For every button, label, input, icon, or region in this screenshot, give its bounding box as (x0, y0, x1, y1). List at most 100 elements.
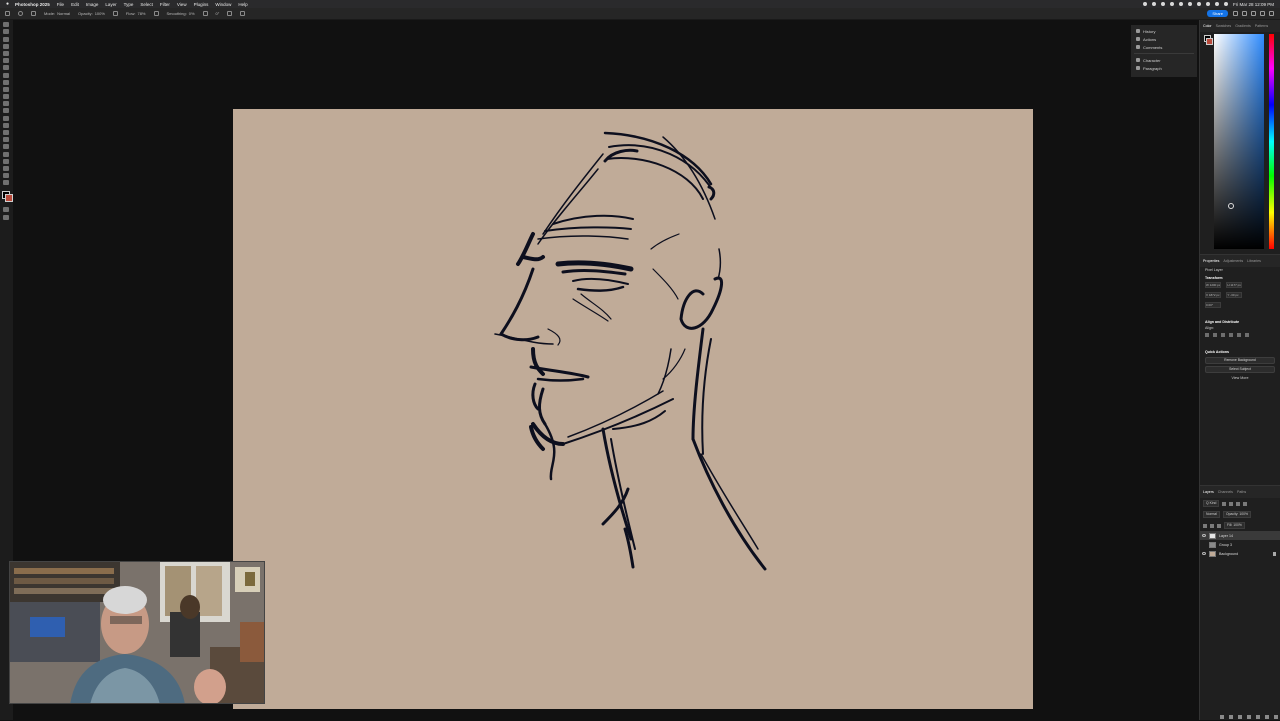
airbrush-icon[interactable] (153, 11, 159, 16)
filter-shape-icon[interactable] (1243, 501, 1248, 506)
move-tool-icon[interactable] (3, 22, 9, 28)
angle-field[interactable]: 0° (216, 11, 220, 16)
actions-panel-button[interactable]: Actions (1131, 35, 1197, 43)
pressure-opacity-icon[interactable] (112, 11, 118, 16)
tab-swatches[interactable]: Swatches (1216, 24, 1232, 28)
crop-tool-icon[interactable] (3, 58, 9, 64)
tab-properties[interactable]: Properties (1203, 259, 1219, 263)
wifi-icon[interactable] (1205, 2, 1210, 6)
tab-channels[interactable]: Channels (1218, 490, 1233, 494)
apple-menu-icon[interactable]: ● (6, 1, 9, 7)
battery-icon[interactable] (1196, 2, 1201, 6)
lock-position-icon[interactable] (1210, 523, 1214, 528)
menubar-clock[interactable]: Fri Mar 28 12:09 PM (1233, 2, 1274, 7)
clone-stamp-tool-icon[interactable] (3, 94, 9, 100)
brush-tool-icon[interactable] (3, 86, 9, 92)
smoothing-field[interactable]: Smoothing: 0% (167, 11, 195, 16)
blur-tool-icon[interactable] (3, 122, 9, 128)
lock-icon[interactable] (1273, 551, 1276, 556)
panel-toggle-icon[interactable] (1269, 11, 1274, 16)
status-icon[interactable] (1187, 2, 1192, 6)
filter-adjustment-icon[interactable] (1229, 501, 1234, 506)
select-subject-button[interactable]: Select Subject (1205, 366, 1275, 373)
healing-brush-tool-icon[interactable] (3, 79, 9, 85)
y-field[interactable]: Y -30 px (1226, 292, 1243, 298)
screen-mode-icon[interactable] (3, 214, 9, 220)
menu-layer[interactable]: Layer (105, 2, 116, 7)
artboard-tool-icon[interactable] (3, 29, 9, 35)
edit-toolbar-icon[interactable] (3, 180, 9, 186)
layer-opacity-field[interactable]: Opacity: 100% (1222, 511, 1251, 518)
brush-preset-picker[interactable] (18, 11, 23, 16)
remove-background-button[interactable]: Remove Background (1205, 357, 1275, 364)
color-swatches[interactable] (2, 191, 13, 203)
dodge-tool-icon[interactable] (3, 130, 9, 135)
tab-layers[interactable]: Layers (1203, 490, 1214, 494)
pressure-size-icon[interactable] (227, 11, 233, 16)
comments-panel-button[interactable]: Comments (1131, 43, 1197, 51)
object-selection-tool-icon[interactable] (3, 50, 9, 56)
lasso-tool-icon[interactable] (3, 43, 9, 49)
character-panel-button[interactable]: Character (1131, 56, 1197, 64)
status-icon[interactable] (1151, 2, 1156, 6)
tab-color[interactable]: Color (1203, 24, 1212, 28)
width-field[interactable]: W 1200 px (1205, 282, 1221, 288)
status-icon[interactable] (1169, 2, 1174, 6)
eye-icon[interactable] (1202, 534, 1206, 537)
gradient-tool-icon[interactable] (3, 115, 9, 121)
eyedropper-tool-icon[interactable] (3, 72, 9, 78)
layer-kind-filter[interactable]: Q Kind (1203, 500, 1220, 507)
status-icon[interactable] (1142, 2, 1147, 6)
view-more-link[interactable]: View More (1200, 375, 1280, 381)
layer-style-icon[interactable] (1229, 715, 1233, 719)
search-icon[interactable] (1233, 11, 1238, 16)
paragraph-panel-button[interactable]: Paragraph (1131, 64, 1197, 72)
color-picker-field[interactable] (1214, 34, 1264, 249)
lock-pixels-icon[interactable] (1203, 523, 1207, 528)
menu-plugins[interactable]: Plugins (194, 2, 209, 7)
filter-pixel-icon[interactable] (1222, 501, 1227, 506)
color-picker-marker[interactable] (1228, 203, 1234, 209)
history-brush-tool-icon[interactable] (3, 101, 9, 107)
align-center-icon[interactable] (1213, 333, 1217, 337)
status-icon[interactable] (1160, 2, 1165, 6)
eye-icon[interactable] (1202, 552, 1206, 555)
layer-row[interactable]: Layer 14 (1200, 531, 1280, 540)
filter-type-icon[interactable] (1236, 501, 1241, 506)
menu-file[interactable]: File (57, 2, 64, 7)
align-middle-icon[interactable] (1237, 333, 1241, 337)
hue-slider[interactable] (1269, 34, 1274, 249)
blend-mode-select[interactable]: Normal (1203, 511, 1220, 518)
align-heading[interactable]: Align and Distribute (1200, 317, 1280, 325)
opacity-field[interactable]: Opacity: 100% (78, 11, 105, 16)
learn-icon[interactable] (1242, 11, 1247, 16)
background-swatch[interactable] (1206, 38, 1213, 45)
layer-fill-field[interactable]: Fill: 100% (1224, 522, 1245, 529)
workspace-icon[interactable] (1260, 11, 1265, 16)
hand-tool-icon[interactable] (3, 165, 9, 171)
align-left-icon[interactable] (1205, 333, 1209, 337)
align-right-icon[interactable] (1221, 333, 1225, 337)
tab-paths[interactable]: Paths (1237, 490, 1246, 494)
history-panel-button[interactable]: History (1131, 27, 1197, 35)
delete-layer-icon[interactable] (1274, 715, 1278, 719)
tab-libraries[interactable]: Libraries (1247, 259, 1261, 263)
smoothing-options-icon[interactable] (202, 11, 208, 16)
zoom-tool-icon[interactable] (3, 173, 9, 179)
menu-help[interactable]: Help (238, 2, 247, 7)
quick-actions-heading[interactable]: Quick Actions (1200, 347, 1280, 355)
document-canvas[interactable] (233, 109, 1033, 709)
new-group-icon[interactable] (1256, 715, 1260, 719)
align-bottom-icon[interactable] (1245, 333, 1249, 337)
menu-type[interactable]: Type (124, 2, 134, 7)
align-top-icon[interactable] (1229, 333, 1233, 337)
menu-view[interactable]: View (177, 2, 187, 7)
menu-window[interactable]: Window (215, 2, 231, 7)
new-layer-icon[interactable] (1265, 715, 1269, 719)
menu-image[interactable]: Image (86, 2, 99, 7)
transform-heading[interactable]: Transform (1200, 273, 1280, 281)
layer-row[interactable]: Group 3 (1200, 540, 1280, 549)
mode-select[interactable]: Mode: Normal (44, 11, 70, 16)
pen-tool-icon[interactable] (3, 137, 9, 143)
brush-settings-icon[interactable] (31, 11, 36, 16)
